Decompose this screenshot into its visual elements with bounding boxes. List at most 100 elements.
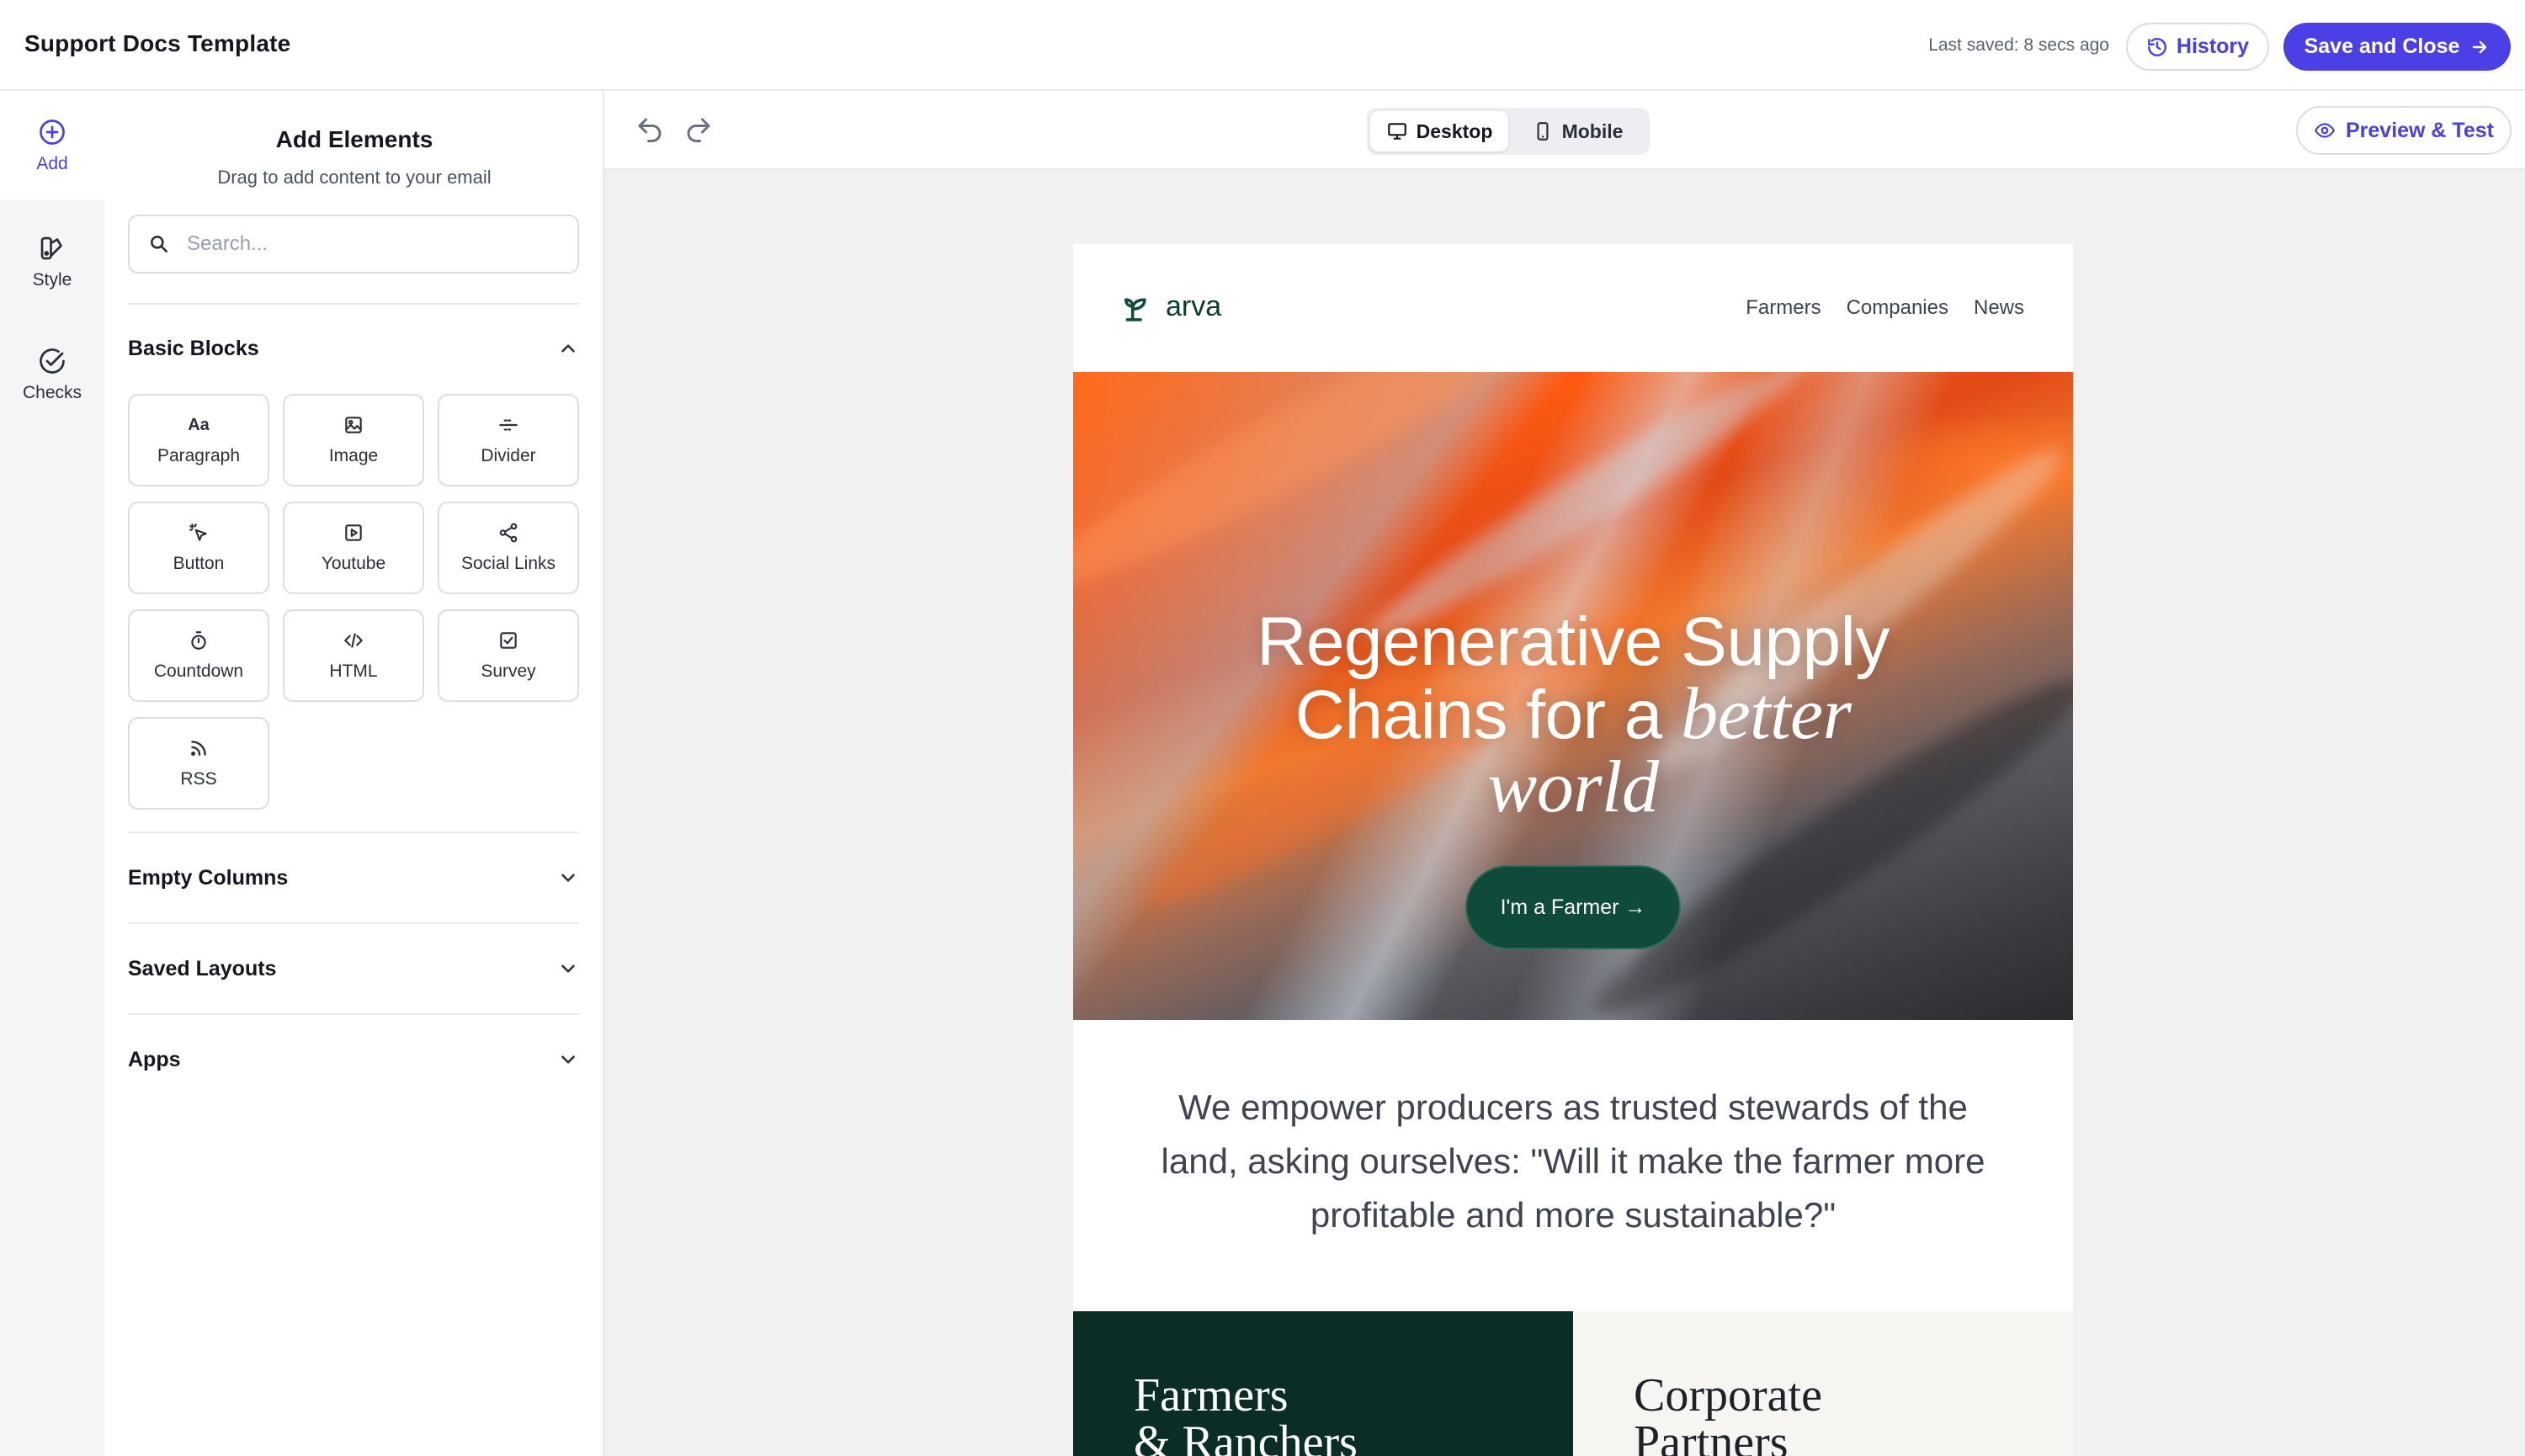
chevron-down-icon <box>561 964 575 973</box>
icon-rail: Add Style Checks <box>0 91 104 1456</box>
email-nav-link[interactable]: Companies <box>1847 296 1948 320</box>
divider <box>128 1013 579 1015</box>
column-heading: Farmers & Ranchers <box>1134 1372 1358 1456</box>
device-mobile-label: Mobile <box>1561 120 1624 142</box>
block-tile-divider[interactable]: Divider <box>438 394 579 486</box>
tile-label: Divider <box>481 446 536 465</box>
preview-and-test-button[interactable]: Preview & Test <box>2296 106 2512 155</box>
divider <box>128 832 579 833</box>
rail-label-style: Style <box>32 270 72 290</box>
cursor-click-icon <box>189 523 207 541</box>
email-preview: arva Farmers Companies News Regenerative… <box>1073 244 2073 1456</box>
text-aa-icon: Aa <box>188 416 210 434</box>
block-tile-countdown[interactable]: Countdown <box>128 609 269 702</box>
plus-circle-icon <box>40 120 65 145</box>
add-elements-panel: Add Elements Drag to add content to your… <box>104 91 604 1456</box>
tile-label: Image <box>328 446 379 465</box>
block-tile-image[interactable]: Image <box>283 394 424 486</box>
document-title: Support Docs Template <box>24 30 291 56</box>
share-icon <box>499 523 518 543</box>
chevron-down-icon <box>561 874 575 882</box>
email-nav: Farmers Companies News <box>1746 296 2024 320</box>
hero-line: world <box>1073 751 2073 825</box>
image-icon <box>345 417 362 433</box>
block-tile-survey[interactable]: Survey <box>438 609 579 702</box>
im-a-farmer-button[interactable]: I'm a Farmer → <box>1465 865 1681 949</box>
email-header[interactable]: arva Farmers Companies News <box>1073 244 2073 372</box>
search-box <box>128 215 579 274</box>
timer-icon <box>191 631 206 650</box>
save-and-close-button[interactable]: Save and Close <box>2283 23 2511 71</box>
rail-item-add[interactable]: Add <box>0 91 104 200</box>
chevron-up-icon <box>561 344 575 353</box>
section-label: Empty Columns <box>128 865 289 890</box>
section-basic-blocks[interactable]: Basic Blocks <box>128 332 579 365</box>
tile-label: Button <box>173 554 225 573</box>
hero-italic: better <box>1681 673 1852 755</box>
monitor-icon <box>1387 123 1406 140</box>
hero-headline: Regenerative Supply Chains for a better … <box>1073 606 2073 825</box>
block-tile-button[interactable]: Button <box>128 502 269 594</box>
brand-logo: arva <box>1122 290 1221 323</box>
palette-icon <box>40 236 62 260</box>
tile-label: Survey <box>481 662 536 681</box>
chevron-down-icon <box>561 1055 575 1064</box>
section-label: Apps <box>128 1047 181 1071</box>
search-icon <box>151 236 167 252</box>
redo-icon[interactable] <box>683 114 714 145</box>
play-icon <box>345 524 362 541</box>
divider <box>128 303 579 305</box>
farmers-column[interactable]: Farmers & Ranchers <box>1073 1311 1573 1456</box>
canvas-toolbar: Desktop Mobile Preview & Test <box>604 91 2525 170</box>
hero-line-text: Chains for a <box>1294 677 1682 753</box>
arrow-right-icon <box>2473 40 2487 53</box>
logo-text: arva <box>1166 290 1222 322</box>
history-button[interactable]: History <box>2126 23 2269 71</box>
rail-item-checks[interactable]: Checks <box>0 320 104 429</box>
history-icon <box>2147 37 2166 56</box>
device-mobile-option[interactable]: Mobile <box>1508 111 1646 151</box>
block-tile-rss[interactable]: RSS <box>128 717 269 810</box>
block-tile-youtube[interactable]: Youtube <box>283 502 424 594</box>
check-circle-icon <box>40 348 65 374</box>
email-nav-link[interactable]: News <box>1974 296 2024 320</box>
device-desktop-label: Desktop <box>1416 120 1493 142</box>
hero-line: Chains for a better <box>1073 678 2073 752</box>
column-heading-line: Farmers <box>1134 1369 1289 1421</box>
divider-icon <box>499 419 518 431</box>
top-bar: Support Docs Template Last saved: 8 secs… <box>0 0 2525 91</box>
block-tile-paragraph[interactable]: Aa Paragraph <box>128 394 269 486</box>
column-heading-line: & Ranchers <box>1134 1416 1358 1456</box>
tile-label: Paragraph <box>157 446 241 465</box>
device-desktop-option[interactable]: Desktop <box>1370 111 1508 151</box>
phone-icon <box>1537 122 1549 141</box>
column-heading: Corporate Partners <box>1634 1372 1822 1456</box>
panel-title: Add Elements <box>275 126 433 152</box>
divider <box>128 922 579 924</box>
section-apps[interactable]: Apps <box>128 1043 579 1076</box>
panel-subtitle: Drag to add content to your email <box>217 167 492 188</box>
hero-line: Regenerative Supply <box>1257 603 1890 680</box>
section-empty-columns[interactable]: Empty Columns <box>128 861 579 895</box>
section-label: Basic Blocks <box>128 336 259 360</box>
section-saved-layouts[interactable]: Saved Layouts <box>128 952 579 986</box>
rss-icon <box>191 741 206 756</box>
rail-label-add: Add <box>36 154 68 173</box>
block-tile-social-links[interactable]: Social Links <box>438 502 579 594</box>
corporate-column[interactable]: Corporate Partners <box>1573 1311 2073 1456</box>
rail-label-checks: Checks <box>22 383 82 402</box>
tile-label: Countdown <box>153 662 244 681</box>
hero-image-block[interactable]: Regenerative Supply Chains for a better … <box>1073 372 2073 1020</box>
mission-paragraph: We empower producers as trusted stewards… <box>1161 1087 1985 1235</box>
tile-label: Social Links <box>460 554 556 573</box>
mission-text-block[interactable]: We empower producers as trusted stewards… <box>1073 1020 2073 1310</box>
block-tile-html[interactable]: HTML <box>283 609 424 702</box>
email-nav-link[interactable]: Farmers <box>1746 296 1821 320</box>
hero-decor <box>1073 372 1579 616</box>
tile-label: Youtube <box>321 554 386 573</box>
rail-item-style[interactable]: Style <box>0 207 104 316</box>
search-input[interactable] <box>187 232 540 256</box>
tile-label: HTML <box>329 662 378 681</box>
hero-italic: world <box>1487 747 1659 828</box>
undo-icon[interactable] <box>635 114 665 145</box>
